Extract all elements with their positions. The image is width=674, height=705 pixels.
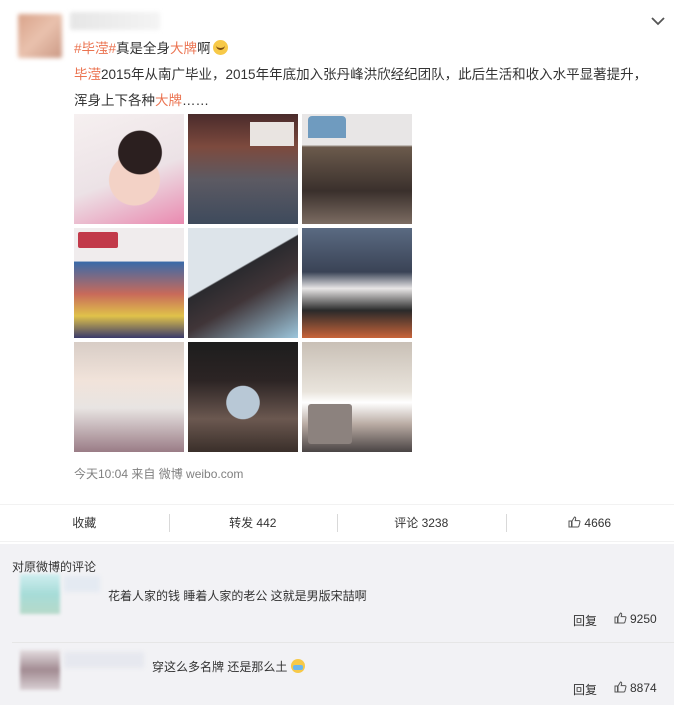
commenter-name-blurred[interactable] bbox=[64, 576, 100, 592]
post-line-3: 浑身上下各种大牌…… bbox=[74, 88, 664, 114]
hashtag-link[interactable]: #毕滢# bbox=[74, 41, 116, 56]
comment-like-button[interactable]: 9250 bbox=[614, 612, 657, 626]
author-avatar[interactable] bbox=[18, 14, 62, 58]
facepalm-emoji-icon bbox=[291, 659, 306, 673]
commenter-avatar[interactable] bbox=[20, 650, 60, 690]
post-line-1: #毕滢#真是全身大牌啊 bbox=[74, 36, 664, 62]
comment-label: 评论 3238 bbox=[394, 516, 449, 530]
chevron-down-icon[interactable] bbox=[650, 14, 666, 28]
post-text-segment: 真是全身 bbox=[116, 41, 171, 56]
post-meta-source[interactable]: 今天10:04 来自 微博 weibo.com bbox=[74, 465, 243, 482]
photo-thumbnail[interactable] bbox=[74, 114, 184, 224]
comment-like-count: 8874 bbox=[630, 681, 657, 695]
thumb-up-icon bbox=[614, 612, 627, 624]
comment-button[interactable]: 评论 3238 bbox=[337, 513, 506, 533]
post-text-segment: 2015年从南广毕业，2015年年底加入张丹峰洪欣经纪团队，此后生活和收入水平显… bbox=[101, 67, 648, 82]
reply-button[interactable]: 回复 bbox=[573, 681, 597, 698]
commenter-avatar[interactable] bbox=[20, 574, 60, 614]
post-text-segment: 浑身上下各种 bbox=[74, 93, 155, 108]
comment-like-button[interactable]: 8874 bbox=[614, 681, 657, 695]
post-text: #毕滢#真是全身大牌啊 毕滢2015年从南广毕业，2015年年底加入张丹峰洪欣经… bbox=[74, 36, 664, 114]
photo-grid bbox=[74, 114, 412, 454]
action-bar: 收藏 转发 442 评论 3238 4666 bbox=[0, 504, 674, 542]
keyword-highlight: 毕滢 bbox=[74, 67, 101, 82]
photo-thumbnail[interactable] bbox=[302, 228, 412, 338]
keyword-highlight: 大牌 bbox=[170, 41, 198, 56]
post-text-segment: …… bbox=[182, 93, 209, 108]
like-button[interactable]: 4666 bbox=[505, 513, 674, 533]
weibo-post-card: #毕滢#真是全身大牌啊 毕滢2015年从南广毕业，2015年年底加入张丹峰洪欣经… bbox=[0, 0, 674, 544]
repost-button[interactable]: 转发 442 bbox=[168, 513, 338, 533]
photo-thumbnail[interactable] bbox=[302, 114, 412, 224]
comment-like-count: 9250 bbox=[630, 612, 657, 626]
photo-thumbnail[interactable] bbox=[74, 342, 184, 452]
photo-thumbnail[interactable] bbox=[188, 228, 298, 338]
keyword-highlight: 大牌 bbox=[155, 93, 182, 108]
like-count: 4666 bbox=[584, 516, 612, 530]
thumb-up-icon bbox=[568, 516, 581, 528]
commenter-name-blurred[interactable] bbox=[64, 652, 144, 668]
comment-text: 穿这么多名牌 还是那么土 bbox=[152, 658, 306, 675]
photo-thumbnail[interactable] bbox=[302, 342, 412, 452]
comment-text: 花着人家的钱 睡着人家的老公 这就是男版宋喆啊 bbox=[108, 589, 367, 603]
comment-divider bbox=[12, 642, 674, 643]
repost-label: 转发 442 bbox=[229, 516, 277, 530]
post-text-segment: 啊 bbox=[197, 41, 211, 56]
photo-thumbnail[interactable] bbox=[74, 228, 184, 338]
post-line-2: 毕滢2015年从南广毕业，2015年年底加入张丹峰洪欣经纪团队，此后生活和收入水… bbox=[74, 62, 664, 88]
favorite-label: 收藏 bbox=[72, 516, 97, 530]
author-name-blurred[interactable] bbox=[70, 12, 160, 30]
photo-thumbnail[interactable] bbox=[188, 114, 298, 224]
comments-section-title: 对原微博的评论 bbox=[12, 560, 97, 574]
comment-text-content: 穿这么多名牌 还是那么土 bbox=[152, 660, 288, 674]
thumb-up-icon bbox=[614, 681, 627, 693]
comments-section: 对原微博的评论 花着人家的钱 睡着人家的老公 这就是男版宋喆啊 回复 9250 … bbox=[0, 544, 674, 705]
photo-thumbnail[interactable] bbox=[188, 342, 298, 452]
favorite-button[interactable]: 收藏 bbox=[0, 513, 169, 533]
doge-emoji-icon bbox=[212, 40, 228, 55]
reply-button[interactable]: 回复 bbox=[573, 612, 597, 629]
